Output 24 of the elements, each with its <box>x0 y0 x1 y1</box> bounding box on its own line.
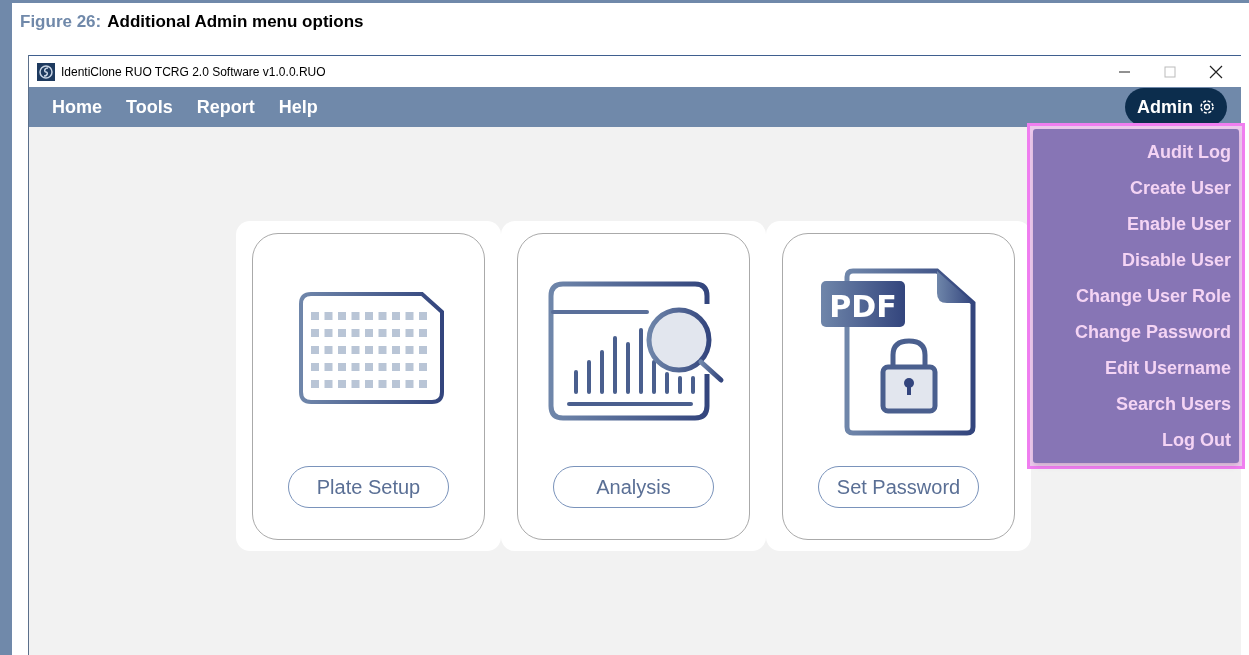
feature-card[interactable]: Plate Setup <box>252 233 485 540</box>
figure-label: Figure 26: <box>20 11 102 34</box>
menu-item[interactable]: Report <box>187 93 264 121</box>
settings-icon <box>1199 99 1215 115</box>
figure-title: Additional Admin menu options <box>107 11 364 34</box>
admin-button[interactable]: Admin <box>1125 88 1227 126</box>
menu-item[interactable]: Home <box>43 93 111 121</box>
admin-menu-item[interactable]: Disable User <box>1121 247 1231 273</box>
window-title: IdentiClone RUO TCRG 2.0 Software v1.0.0.RUO <box>61 63 326 81</box>
menu-item[interactable]: Tools <box>117 93 182 121</box>
admin-menu-item[interactable]: Enable User <box>1126 211 1231 237</box>
menu-item[interactable]: Help <box>269 93 327 121</box>
padlock-icon <box>880 338 937 414</box>
admin-menu-item[interactable]: Change User Role <box>1075 283 1231 309</box>
admin-menu-item[interactable]: Audit Log <box>1147 139 1231 165</box>
admin-menu-item[interactable]: Create User <box>1129 175 1231 201</box>
admin-menu-item[interactable]: Change Password <box>1074 319 1231 345</box>
admin-menu-item[interactable]: Edit Username <box>1104 355 1231 381</box>
admin-menu-item[interactable]: Log Out <box>1162 427 1231 453</box>
feature-card[interactable]: PDF Set Password <box>782 233 1015 540</box>
admin-menu-item[interactable]: Search Users <box>1115 391 1231 417</box>
feature-card[interactable]: Analysis <box>517 233 750 540</box>
pdf-badge: PDF <box>820 281 905 327</box>
app-logo-icon <box>37 62 55 81</box>
